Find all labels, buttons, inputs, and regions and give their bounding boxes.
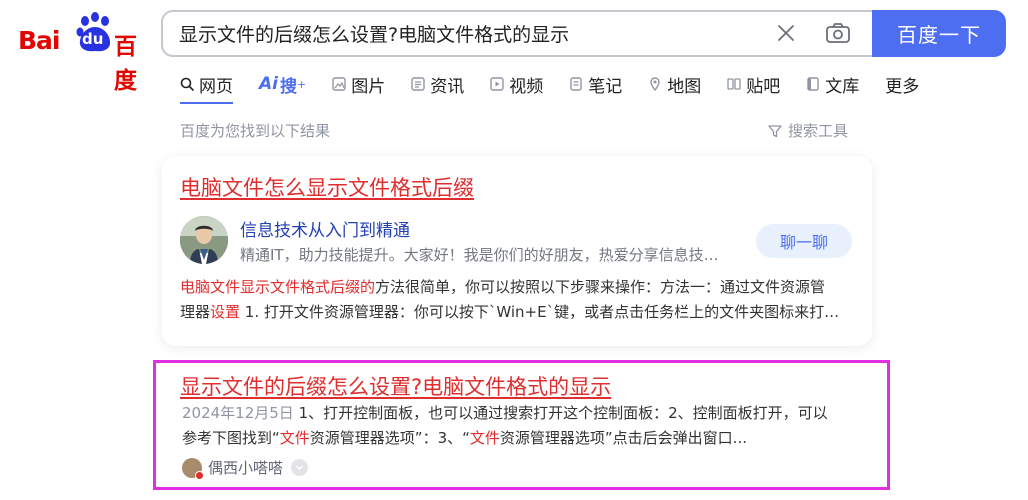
tab-images[interactable]: 图片 bbox=[332, 72, 386, 97]
snippet-text: 参考下图找到“ bbox=[182, 429, 280, 447]
tab-label: 地图 bbox=[667, 76, 702, 97]
logo-text-baidu: 百度 bbox=[114, 34, 137, 94]
plus-icon: + bbox=[296, 77, 307, 91]
image-icon bbox=[332, 77, 346, 91]
tab-video[interactable]: 视频 bbox=[490, 72, 544, 97]
snippet-text: 资源管理器选项”点击后会弹出窗口... bbox=[499, 429, 747, 447]
tab-label: 网页 bbox=[199, 76, 233, 97]
snippet-highlight: 文件 bbox=[279, 429, 310, 447]
tab-label: 图片 bbox=[351, 76, 386, 97]
camera-icon[interactable] bbox=[825, 21, 851, 45]
filter-icon bbox=[768, 124, 782, 137]
snippet-highlight: 电脑文件显示文件格式后缀的 bbox=[180, 278, 376, 296]
note-icon bbox=[570, 77, 582, 91]
search-tools-label: 搜索工具 bbox=[788, 122, 849, 140]
tab-label: 资讯 bbox=[430, 76, 465, 97]
result-snippet: 电脑文件显示文件格式后缀的方法很简单，你可以按照以下步骤来操作：方法一：通过文件… bbox=[180, 275, 856, 325]
tab-label: 搜 bbox=[279, 76, 297, 97]
tab-label: 笔记 bbox=[588, 76, 623, 97]
video-icon bbox=[490, 77, 504, 91]
tieba-icon bbox=[727, 78, 741, 90]
source-avatar bbox=[182, 457, 204, 480]
tab-label: 视频 bbox=[509, 76, 544, 97]
logo-text-bai: Bai bbox=[18, 26, 60, 55]
snippet-highlight: 文件 bbox=[469, 429, 500, 447]
author-description: 精通IT，助力技能提升。大家好！我是你们的好朋友，热爱分享信息技… bbox=[240, 246, 719, 264]
result-title-link[interactable]: 电脑文件怎么显示文件格式后缀 bbox=[180, 172, 474, 202]
source-link[interactable]: 偶西小嗒嗒 bbox=[182, 457, 309, 480]
chevron-down-icon[interactable] bbox=[291, 459, 309, 476]
result-count-text: 百度为您找到以下结果 bbox=[180, 122, 331, 140]
verified-badge-icon bbox=[195, 470, 204, 480]
tab-tieba[interactable]: 贴吧 bbox=[727, 72, 781, 97]
search-box bbox=[161, 10, 877, 57]
close-icon[interactable] bbox=[775, 22, 797, 44]
snippet-text: 理器 bbox=[180, 303, 211, 321]
snippet-text: 方法很简单，你可以按照以下步骤来操作：方法一：通过文件资源管 bbox=[375, 278, 826, 296]
avatar-image bbox=[180, 216, 228, 264]
search-button[interactable]: 百度一下 bbox=[872, 10, 1006, 57]
tab-ai-search[interactable]: Ai 搜 + bbox=[259, 72, 307, 97]
result-date: 2024年12月5日 bbox=[182, 404, 294, 422]
snippet-highlight: 设置 bbox=[210, 303, 241, 321]
tab-more[interactable]: 更多 bbox=[885, 72, 920, 97]
result-snippet: 2024年12月5日 1、打开控制面板，也可以通过搜索打开这个控制面板：2、控制… bbox=[182, 401, 862, 451]
tab-notes[interactable]: 笔记 bbox=[569, 72, 623, 97]
map-pin-icon bbox=[650, 77, 660, 91]
tab-news[interactable]: 资讯 bbox=[411, 72, 465, 97]
search-icon bbox=[180, 77, 194, 91]
snippet-text: 1. 打开文件资源管理器：你可以按下`Win+E`键，或者点击任务栏上的文件夹图… bbox=[240, 303, 840, 321]
author-name-link[interactable]: 信息技术从入门到精通 bbox=[240, 216, 410, 241]
highlighted-result-card: 显示文件的后缀怎么设置?电脑文件格式的显示 2024年12月5日 1、打开控制面… bbox=[153, 360, 890, 490]
tab-map[interactable]: 地图 bbox=[648, 72, 702, 97]
source-name: 偶西小嗒嗒 bbox=[208, 459, 284, 477]
chat-button[interactable]: 聊一聊 bbox=[756, 224, 852, 258]
snippet-text: 1、打开控制面板，也可以通过搜索打开这个控制面板：2、控制面板打开，可以 bbox=[293, 404, 828, 422]
news-icon bbox=[411, 77, 425, 91]
doc-icon bbox=[807, 77, 819, 91]
avatar[interactable] bbox=[180, 216, 228, 264]
ai-search-icon: Ai bbox=[259, 74, 278, 94]
result-title-link[interactable]: 显示文件的后缀怎么设置?电脑文件格式的显示 bbox=[180, 371, 611, 401]
tab-label: 贴吧 bbox=[746, 76, 781, 97]
tab-web[interactable]: 网页 bbox=[180, 72, 233, 104]
baidu-logo[interactable]: Bai du 百度 bbox=[18, 12, 146, 94]
logo-text-du: du bbox=[82, 30, 104, 48]
tab-label: 文库 bbox=[825, 76, 860, 97]
snippet-text: 资源管理器选项”：3、“ bbox=[309, 429, 470, 447]
tab-label: 更多 bbox=[885, 76, 920, 97]
search-input[interactable] bbox=[179, 12, 759, 55]
tab-wenku[interactable]: 文库 bbox=[806, 72, 860, 97]
search-tools-button[interactable]: 搜索工具 bbox=[768, 120, 848, 141]
result-card: 电脑文件怎么显示文件格式后缀 信息技术从入门到精通 精通IT，助力技能提升。大家… bbox=[162, 156, 872, 346]
search-tabs: 网页 Ai 搜 + 图片 资讯 视频 笔记 地图 贴吧 文库 更多 bbox=[180, 72, 945, 104]
